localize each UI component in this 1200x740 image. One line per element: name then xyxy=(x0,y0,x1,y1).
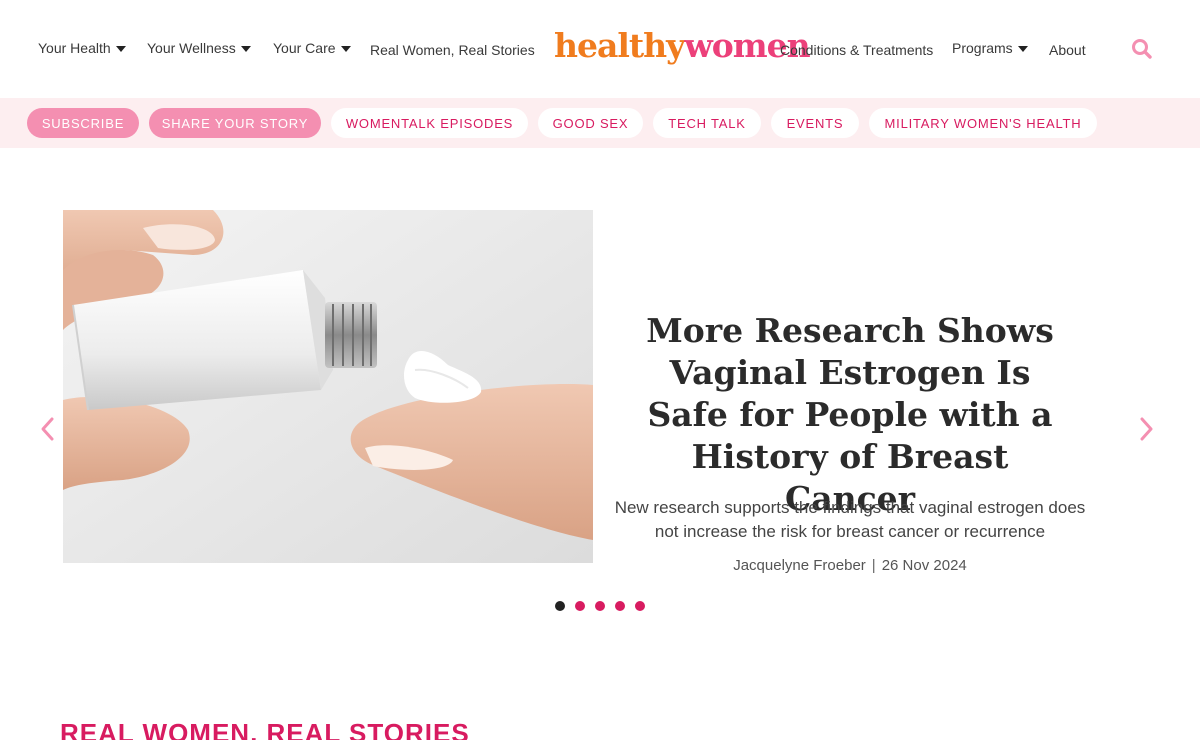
nav-label: About xyxy=(1049,42,1086,58)
carousel-dot-3[interactable] xyxy=(595,601,605,611)
caret-down-icon xyxy=(240,45,251,52)
nav-your-health[interactable]: Your Health xyxy=(38,40,126,56)
hero-article-meta: Jacquelyne Froeber | 26 Nov 2024 xyxy=(600,557,1100,574)
caret-down-icon xyxy=(340,45,351,52)
share-your-story-pill[interactable]: SHARE YOUR STORY xyxy=(149,108,321,138)
hero-article-description: New research supports the findings that … xyxy=(614,498,1086,541)
carousel-pagination xyxy=(555,601,645,611)
carousel-dot-4[interactable] xyxy=(615,601,625,611)
section-heading: REAL WOMEN, REAL STORIES xyxy=(60,718,470,740)
nav-label: Programs xyxy=(952,40,1013,56)
military-womens-health-pill[interactable]: MILITARY WOMEN'S HEALTH xyxy=(869,108,1097,138)
author-link[interactable]: Jacquelyne Froeber xyxy=(733,557,866,574)
quick-links-bar: SUBSCRIBE SHARE YOUR STORY WOMENTALK EPI… xyxy=(0,98,1200,148)
good-sex-pill[interactable]: GOOD SEX xyxy=(538,108,643,138)
events-pill[interactable]: EVENTS xyxy=(771,108,859,138)
tech-talk-pill[interactable]: TECH TALK xyxy=(653,108,761,138)
nav-conditions-treatments[interactable]: Conditions & Treatments xyxy=(780,42,933,58)
carousel-prev-button[interactable] xyxy=(37,414,61,444)
nav-programs[interactable]: Programs xyxy=(952,40,1028,56)
carousel-next-button[interactable] xyxy=(1133,414,1157,444)
nav-label: Conditions & Treatments xyxy=(780,42,934,58)
logo-part-1: healthy xyxy=(554,26,685,65)
carousel-dot-2[interactable] xyxy=(575,601,585,611)
carousel-dot-5[interactable] xyxy=(635,601,645,611)
nav-your-care[interactable]: Your Care xyxy=(273,40,351,56)
nav-label: Your Care xyxy=(273,40,336,56)
search-button[interactable] xyxy=(1130,37,1154,61)
carousel-dot-1[interactable] xyxy=(555,601,565,611)
hero-article-image[interactable] xyxy=(63,210,593,563)
nav-label: Your Health xyxy=(38,40,111,56)
caret-down-icon xyxy=(1017,45,1028,52)
chevron-left-icon xyxy=(41,417,54,441)
nav-real-women-real-stories[interactable]: Real Women, Real Stories xyxy=(370,42,535,58)
womentalk-episodes-pill[interactable]: WOMENTALK EPISODES xyxy=(331,108,528,138)
publish-date: 26 Nov 2024 xyxy=(881,557,967,574)
search-icon xyxy=(1132,39,1152,59)
subscribe-pill[interactable]: SUBSCRIBE xyxy=(27,108,139,138)
nav-label: Your Wellness xyxy=(147,40,236,56)
top-navigation: Your Health Your Wellness Your Care Real… xyxy=(0,0,1200,98)
nav-label: Real Women, Real Stories xyxy=(370,42,535,58)
meta-separator: | xyxy=(871,557,876,574)
chevron-right-icon xyxy=(1140,417,1153,441)
nav-about[interactable]: About xyxy=(1049,42,1086,58)
cream-tube-photo xyxy=(63,210,593,563)
caret-down-icon xyxy=(115,45,126,52)
nav-your-wellness[interactable]: Your Wellness xyxy=(147,40,251,56)
hero-article-title[interactable]: More Research Shows Vaginal Estrogen Is … xyxy=(630,310,1070,520)
site-logo[interactable]: healthywomen xyxy=(554,26,811,65)
